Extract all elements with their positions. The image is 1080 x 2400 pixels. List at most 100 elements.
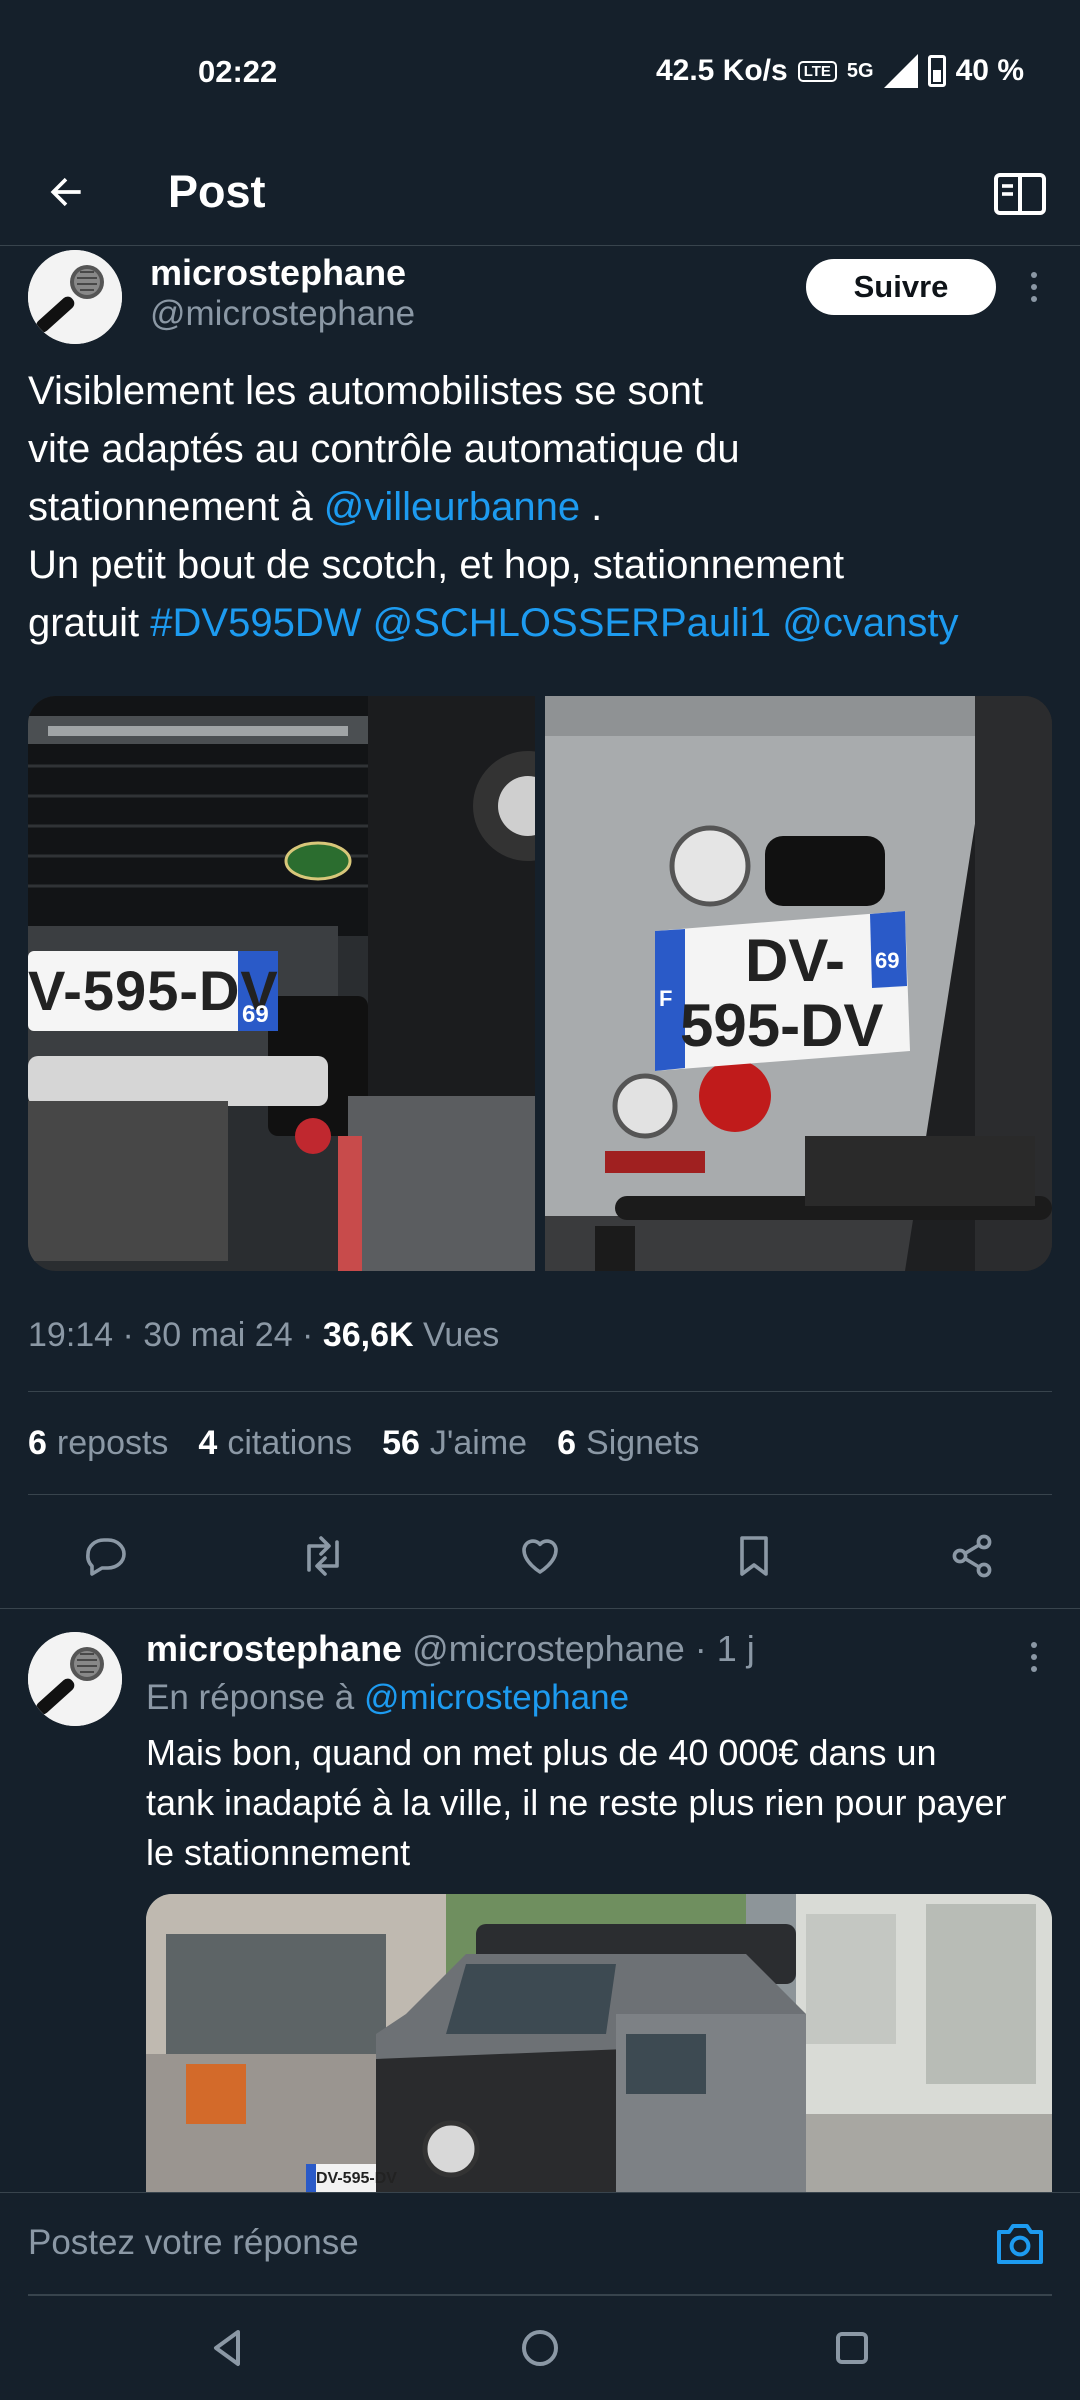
post-text-line: Visiblement les automobilistes se sont bbox=[28, 369, 704, 413]
post-text-fragment: gratuit bbox=[28, 601, 151, 645]
repost-icon bbox=[307, 1536, 339, 1576]
plate-dept: 69 bbox=[242, 1001, 269, 1028]
stat-bookmarks[interactable]: 6 Signets bbox=[557, 1424, 699, 1463]
page-title: Post bbox=[168, 166, 266, 217]
reply-text: Mais bon, quand on met plus de 40 000€ d… bbox=[146, 1728, 1056, 1878]
post-media: V-595-DV 69 F DV- 595-DV 69 bbox=[28, 696, 1052, 1271]
divider bbox=[28, 1391, 1052, 1392]
stat-count: 6 bbox=[557, 1424, 577, 1462]
square-recents-icon bbox=[836, 2332, 868, 2364]
reply-header: microstephane @microstephane · 1 j bbox=[146, 1628, 755, 1670]
post-text-line: gratuit #DV595DW @SCHLOSSERPauli1 @cvans… bbox=[28, 594, 1058, 652]
plate-country: F bbox=[659, 986, 673, 1011]
views-label: Vues bbox=[413, 1316, 500, 1354]
stat-count: 4 bbox=[198, 1424, 218, 1462]
top-app-bar: Post bbox=[0, 140, 1080, 246]
reply-meta: @microstephane · 1 j bbox=[402, 1628, 755, 1669]
reply-to-line: En réponse à @microstephane bbox=[146, 1678, 629, 1718]
reply-text-line: le stationnement bbox=[146, 1832, 411, 1873]
share-button[interactable] bbox=[942, 1526, 1002, 1586]
divider bbox=[28, 1494, 1052, 1495]
camera-button[interactable] bbox=[990, 2213, 1050, 2273]
camera-icon bbox=[997, 2224, 1043, 2264]
engagement-stats: 6 reposts 4 citations 56 J'aime 6 Signets bbox=[28, 1424, 699, 1463]
share-icon bbox=[952, 1534, 992, 1578]
book-open-icon bbox=[994, 173, 1046, 215]
microphone-avatar-image bbox=[28, 250, 122, 344]
post-text-fragment: . bbox=[580, 485, 603, 529]
arrow-left-icon bbox=[50, 177, 81, 207]
more-options-icon[interactable] bbox=[1024, 1632, 1044, 1682]
heart-icon bbox=[522, 1539, 558, 1574]
reply-input[interactable]: Postez votre réponse bbox=[28, 2223, 359, 2263]
repost-button[interactable] bbox=[293, 1526, 353, 1586]
reply-text-line: Mais bon, quand on met plus de 40 000€ d… bbox=[146, 1732, 937, 1773]
plate-text-top: DV- bbox=[745, 927, 846, 994]
network-speed: 42.5 Ko/s bbox=[655, 54, 788, 87]
triangle-back-icon bbox=[214, 2330, 240, 2366]
plate-text-bottom: 595-DV bbox=[680, 992, 884, 1059]
stat-label: citations bbox=[227, 1424, 353, 1462]
post-text-fragment: stationnement à bbox=[28, 485, 324, 529]
reply-media-image[interactable]: DV-595-DV bbox=[146, 1894, 1052, 2194]
microphone-avatar-image bbox=[28, 1632, 122, 1726]
divider bbox=[0, 1608, 1080, 1609]
post-text: Visiblement les automobilistes se sont v… bbox=[28, 362, 1058, 652]
reply-to-handle[interactable]: @microstephane bbox=[364, 1678, 629, 1717]
plate-text: DV-595-DV bbox=[316, 2170, 397, 2187]
post-text-line: stationnement à @villeurbanne . bbox=[28, 478, 1058, 536]
status-time: 02:22 bbox=[198, 54, 278, 89]
reply-compose-bar: Postez votre réponse bbox=[0, 2192, 1080, 2296]
signal-icon bbox=[883, 54, 918, 88]
status-indicators: 42.5 Ko/s LTE 5G 40 % bbox=[656, 54, 1024, 88]
lte-icon: LTE bbox=[797, 60, 837, 82]
author-name[interactable]: microstephane bbox=[150, 252, 406, 294]
stat-label: Signets bbox=[586, 1424, 700, 1462]
views-count: 36,6K bbox=[322, 1316, 414, 1354]
post-text-line: vite adaptés au contrôle automatique du bbox=[28, 427, 740, 471]
bookmark-icon bbox=[740, 1536, 768, 1576]
system-navigation-bar bbox=[0, 2296, 1080, 2400]
author-handle[interactable]: @microstephane bbox=[150, 294, 415, 334]
stat-label: reposts bbox=[56, 1424, 169, 1462]
circle-home-icon bbox=[522, 2330, 558, 2366]
media-image-rear[interactable]: F DV- 595-DV 69 bbox=[545, 696, 1052, 1271]
mention-link[interactable]: @villeurbanne bbox=[324, 485, 580, 529]
avatar[interactable] bbox=[28, 1632, 122, 1726]
nav-back-button[interactable] bbox=[198, 2318, 258, 2378]
reply-icon bbox=[86, 1538, 126, 1576]
reply-author-name[interactable]: microstephane bbox=[146, 1628, 402, 1669]
bookmark-button[interactable] bbox=[724, 1526, 784, 1586]
stat-likes[interactable]: 56 J'aime bbox=[382, 1424, 527, 1463]
media-image-front[interactable]: V-595-DV 69 bbox=[28, 696, 535, 1271]
mention-link[interactable]: @cvansty bbox=[782, 601, 958, 645]
post-timestamp: 19:14 · 30 mai 24 · bbox=[28, 1316, 323, 1354]
hashtag-link[interactable]: #DV595DW bbox=[150, 601, 361, 645]
post-meta: 19:14 · 30 mai 24 · 36,6K Vues bbox=[28, 1316, 499, 1355]
status-bar: 02:22 42.5 Ko/s LTE 5G 40 % bbox=[0, 0, 1080, 140]
more-options-icon[interactable] bbox=[1024, 262, 1044, 312]
plate-dept: 69 bbox=[875, 948, 900, 973]
nav-recents-button[interactable] bbox=[822, 2318, 882, 2378]
stat-count: 6 bbox=[28, 1424, 47, 1462]
like-button[interactable] bbox=[510, 1526, 570, 1586]
nav-home-button[interactable] bbox=[510, 2318, 570, 2378]
reply-button[interactable] bbox=[76, 1526, 136, 1586]
stat-count: 56 bbox=[382, 1424, 420, 1462]
follow-button[interactable]: Suivre bbox=[806, 259, 996, 315]
reply-text-line: tank inadapté à la ville, il ne reste pl… bbox=[146, 1782, 1007, 1823]
reader-mode-button[interactable] bbox=[990, 164, 1050, 224]
reply-to-prefix: En réponse à bbox=[146, 1678, 364, 1717]
back-button[interactable] bbox=[36, 162, 96, 222]
post-text-line: Un petit bout de scotch, et hop, station… bbox=[28, 543, 845, 587]
battery-level: 40 % bbox=[955, 54, 1024, 87]
stat-reposts[interactable]: 6 reposts bbox=[28, 1424, 168, 1463]
avatar[interactable] bbox=[28, 250, 122, 344]
mention-link[interactable]: @SCHLOSSERPauli1 bbox=[373, 601, 772, 645]
street-car-photo bbox=[146, 1894, 1052, 2194]
action-bar bbox=[0, 1512, 1080, 1602]
network-type: 5G bbox=[846, 60, 874, 82]
battery-icon bbox=[927, 55, 946, 87]
stat-label: J'aime bbox=[429, 1424, 528, 1462]
stat-quotes[interactable]: 4 citations bbox=[198, 1424, 352, 1463]
